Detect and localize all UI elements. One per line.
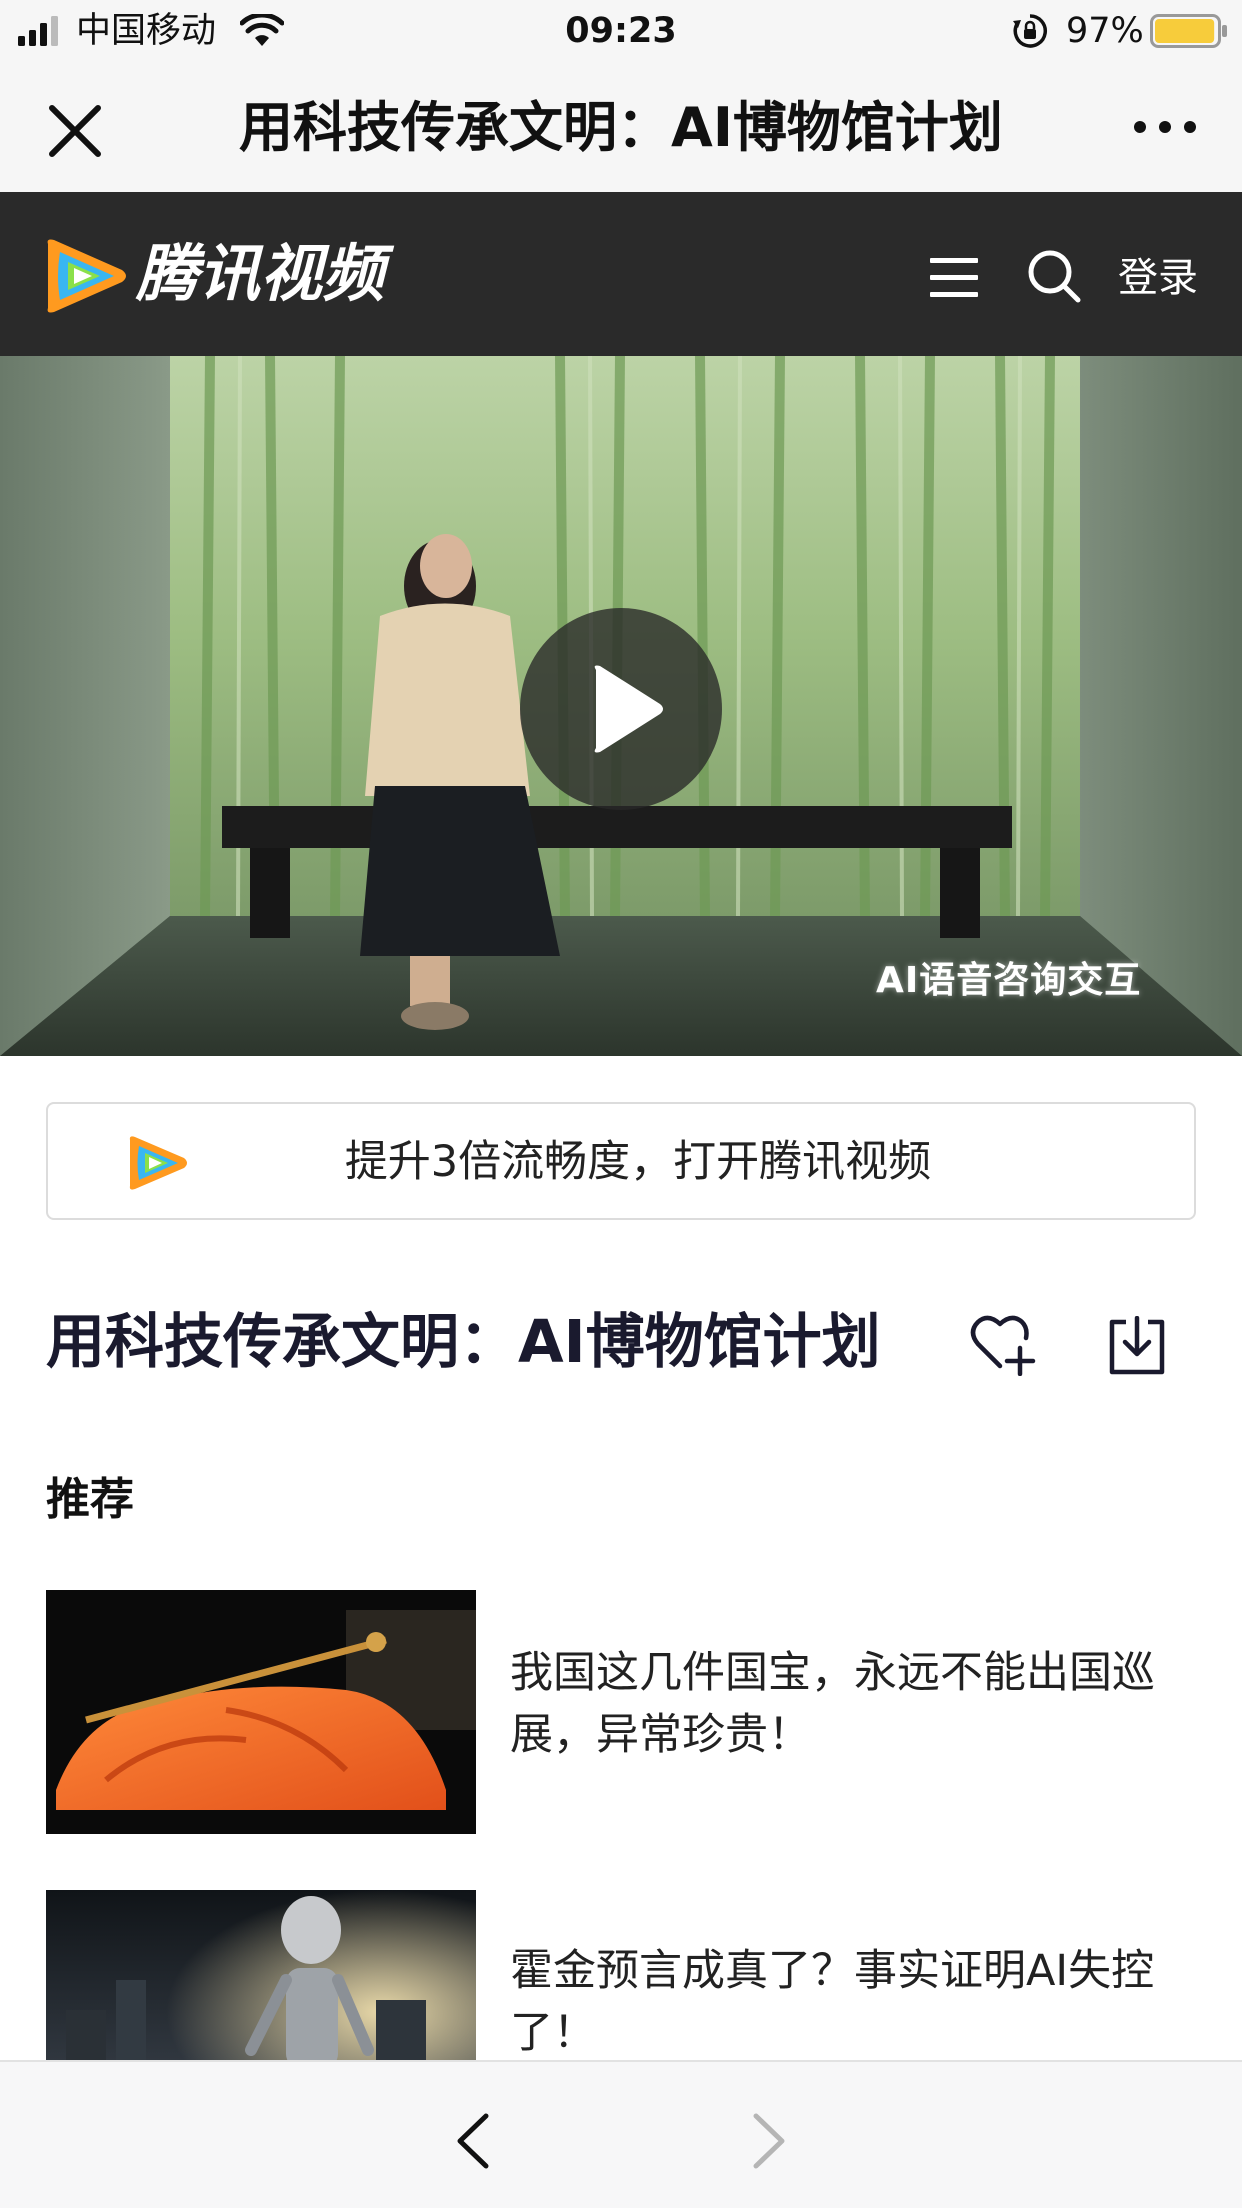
brand-name: 腾讯视频 <box>136 237 385 310</box>
recommend-title: 霍金预言成真了？事实证明AI失控了！ <box>510 1946 1155 2058</box>
tencent-video-header: 腾讯视频 登录 <box>0 192 1242 356</box>
status-bar: 中国移动 09:23 97% <box>0 0 1242 62</box>
webview-nav-bar: 用科技传承文明：AI博物馆计划 <box>0 62 1242 192</box>
chevron-left-icon[interactable] <box>450 2110 494 2172</box>
recommend-heading: 推荐 <box>46 1474 134 1525</box>
battery-percent: 97% <box>1066 11 1144 51</box>
video-caption: AI语音咨询交互 <box>876 960 1142 1001</box>
battery-icon <box>1150 14 1227 48</box>
rotation-lock-icon <box>1013 14 1047 48</box>
tencent-video-logo-icon[interactable] <box>42 236 128 316</box>
browser-bottom-bar <box>0 2060 1242 2208</box>
play-icon[interactable] <box>520 608 722 810</box>
chevron-right-icon[interactable] <box>748 2110 792 2172</box>
page-title: 用科技传承文明：AI博物馆计划 <box>239 96 1003 159</box>
recommend-item[interactable]: 霍金预言成真了？事实证明AI失控了！ <box>0 1890 1242 2134</box>
login-link[interactable]: 登录 <box>1118 250 1198 306</box>
search-icon[interactable] <box>1026 248 1082 304</box>
open-app-label: 提升3倍流畅度，打开腾讯视频 <box>344 1137 932 1187</box>
recommend-title: 我国这几件国宝，永远不能出国巡展，异常珍贵！ <box>510 1648 1155 1760</box>
clock-time: 09:23 <box>565 11 677 51</box>
download-icon[interactable] <box>1108 1316 1166 1376</box>
more-dots-icon[interactable] <box>1130 112 1200 142</box>
hamburger-menu-icon[interactable] <box>930 256 978 300</box>
open-app-banner[interactable]: 提升3倍流畅度，打开腾讯视频 <box>46 1102 1196 1220</box>
close-icon[interactable] <box>44 100 106 162</box>
recommend-item[interactable]: 我国这几件国宝，永远不能出国巡展，异常珍贵！ <box>0 1590 1242 1834</box>
video-player[interactable]: AI语音咨询交互 <box>0 356 1242 1056</box>
video-title: 用科技传承文明：AI博物馆计划 <box>46 1307 881 1376</box>
recommend-thumbnail <box>46 1590 476 1834</box>
heart-plus-icon[interactable] <box>970 1312 1036 1376</box>
